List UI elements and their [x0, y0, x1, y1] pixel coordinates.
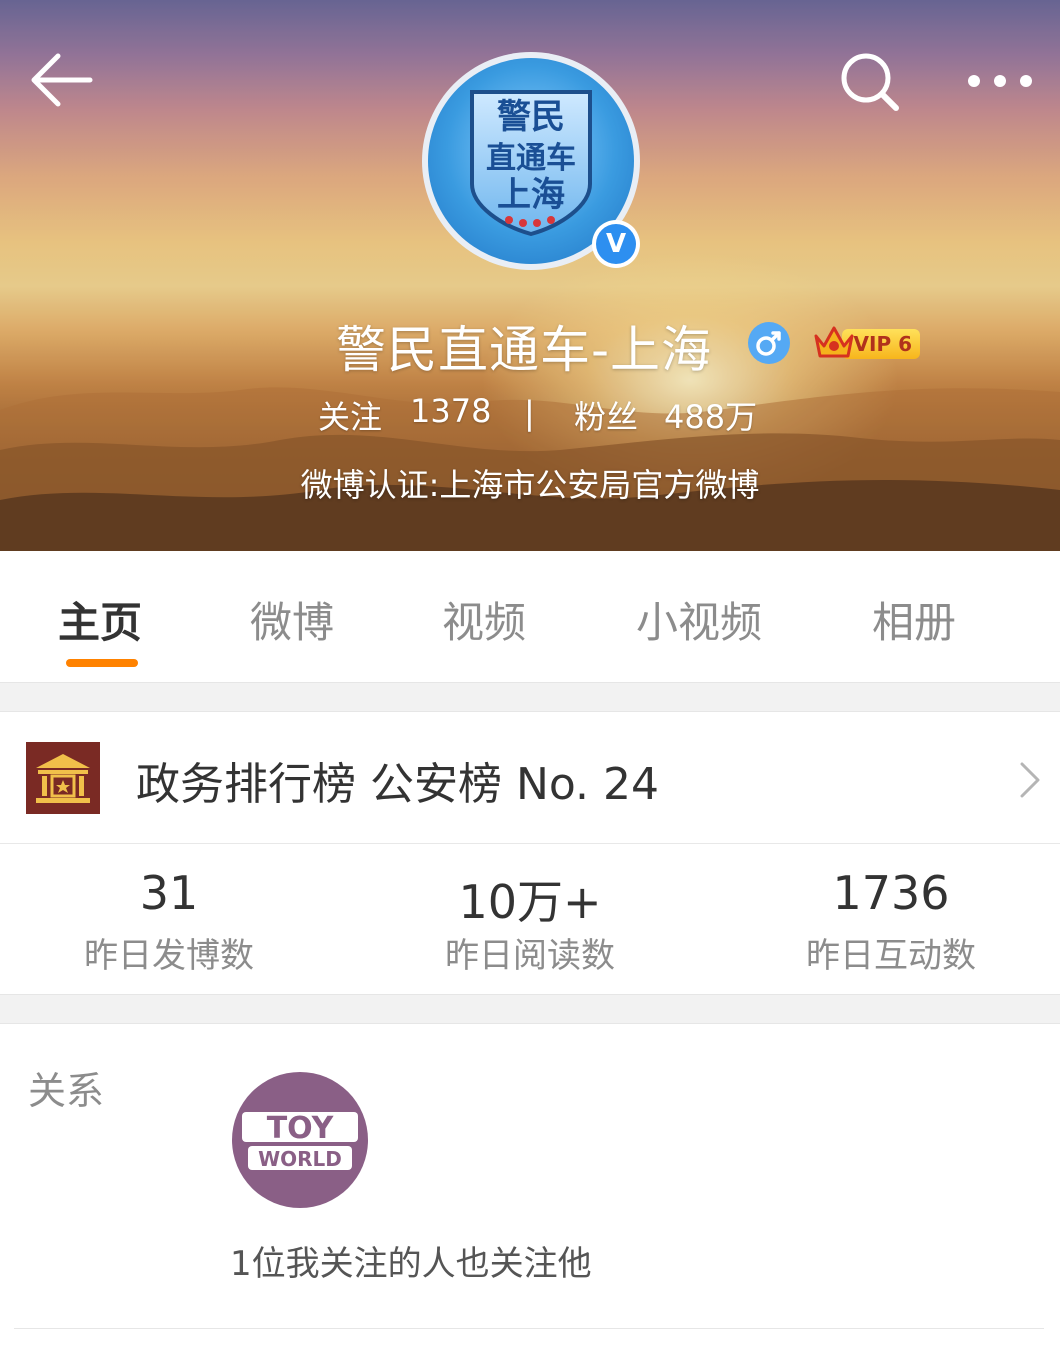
section-gap — [0, 994, 1060, 1024]
verified-icon: V — [596, 224, 636, 264]
profile-header: 警民 直通车 上海 V 警民直通车-上海 VIP 6 关注 1378 | 粉丝 … — [0, 0, 1060, 551]
stat-label: 昨日发博数 — [84, 936, 254, 976]
stat-reads[interactable]: 10万+ 昨日阅读数 — [353, 844, 707, 994]
search-button[interactable] — [836, 50, 904, 114]
following-count[interactable]: 1378 — [410, 392, 491, 430]
tab-home[interactable]: 主页 — [58, 589, 142, 649]
relation-title: 关系 — [28, 1069, 105, 1113]
government-rank-row[interactable]: 政务排行榜 公安榜 No. 24 — [0, 712, 1060, 844]
avatar-text-line3: 上海 — [497, 175, 565, 215]
tab-video[interactable]: 视频 — [442, 589, 526, 649]
user-name: 警民直通车-上海 — [336, 321, 713, 379]
stat-interactions[interactable]: 1736 昨日互动数 — [714, 844, 1060, 994]
certification-text: 微博认证:上海市公安局官方微博 — [300, 466, 760, 504]
tab-short-video[interactable]: 小视频 — [636, 589, 762, 649]
stat-posts[interactable]: 31 昨日发博数 — [0, 844, 354, 994]
mutual-follower-avatar[interactable]: TOY WORLD — [232, 1072, 368, 1208]
avatar-logo-shield: 警民 直通车 上海 — [470, 90, 592, 236]
bottom-divider — [14, 1328, 1044, 1329]
fans-count[interactable]: 488万 — [664, 392, 757, 438]
tab-album[interactable]: 相册 — [872, 589, 956, 649]
chevron-right-icon — [1020, 762, 1040, 798]
stat-label: 昨日互动数 — [806, 936, 976, 976]
follow-divider: | — [524, 394, 535, 432]
back-arrow-icon — [31, 53, 93, 107]
following-label[interactable]: 关注 — [318, 392, 382, 438]
toy-logo-line1: TOY — [267, 1111, 335, 1146]
profile-tabs: 主页 微博 视频 小视频 相册 — [0, 551, 1060, 682]
vip-crown-icon — [814, 326, 854, 358]
daily-stats: 31 昨日发博数 10万+ 昨日阅读数 1736 昨日互动数 — [0, 844, 1060, 994]
name-row: 警民直通车-上海 VIP 6 — [0, 306, 1060, 379]
search-icon — [841, 53, 899, 111]
more-dots-icon — [968, 75, 1032, 87]
tab-weibo[interactable]: 微博 — [250, 589, 334, 649]
government-building-icon — [26, 742, 100, 814]
active-tab-indicator — [66, 659, 138, 667]
stat-value: 1736 — [832, 866, 950, 920]
relation-section: 关系 TOY WORLD 1位我关注的人也关注他 — [0, 1024, 1060, 1361]
avatar-text-line1: 警民 — [497, 97, 565, 137]
back-button[interactable] — [24, 48, 96, 112]
fans-label[interactable]: 粉丝 — [574, 392, 638, 438]
stat-value: 31 — [139, 866, 199, 920]
male-icon — [748, 322, 790, 364]
follow-stats-row: 关注 1378 | 粉丝 488万 — [0, 392, 1060, 442]
vip-badge[interactable]: VIP 6 — [812, 320, 920, 364]
mutual-follow-text[interactable]: 1位我关注的人也关注他 — [230, 1236, 592, 1285]
stat-label: 昨日阅读数 — [445, 936, 615, 976]
more-button[interactable] — [962, 56, 1038, 106]
stat-value: 10万+ — [458, 875, 602, 929]
section-gap — [0, 682, 1060, 712]
verified-badge: V — [592, 220, 640, 268]
toy-logo-line2: WORLD — [258, 1147, 342, 1171]
rank-text: 政务排行榜 公安榜 No. 24 — [136, 759, 659, 810]
avatar-text-line2: 直通车 — [486, 141, 576, 176]
